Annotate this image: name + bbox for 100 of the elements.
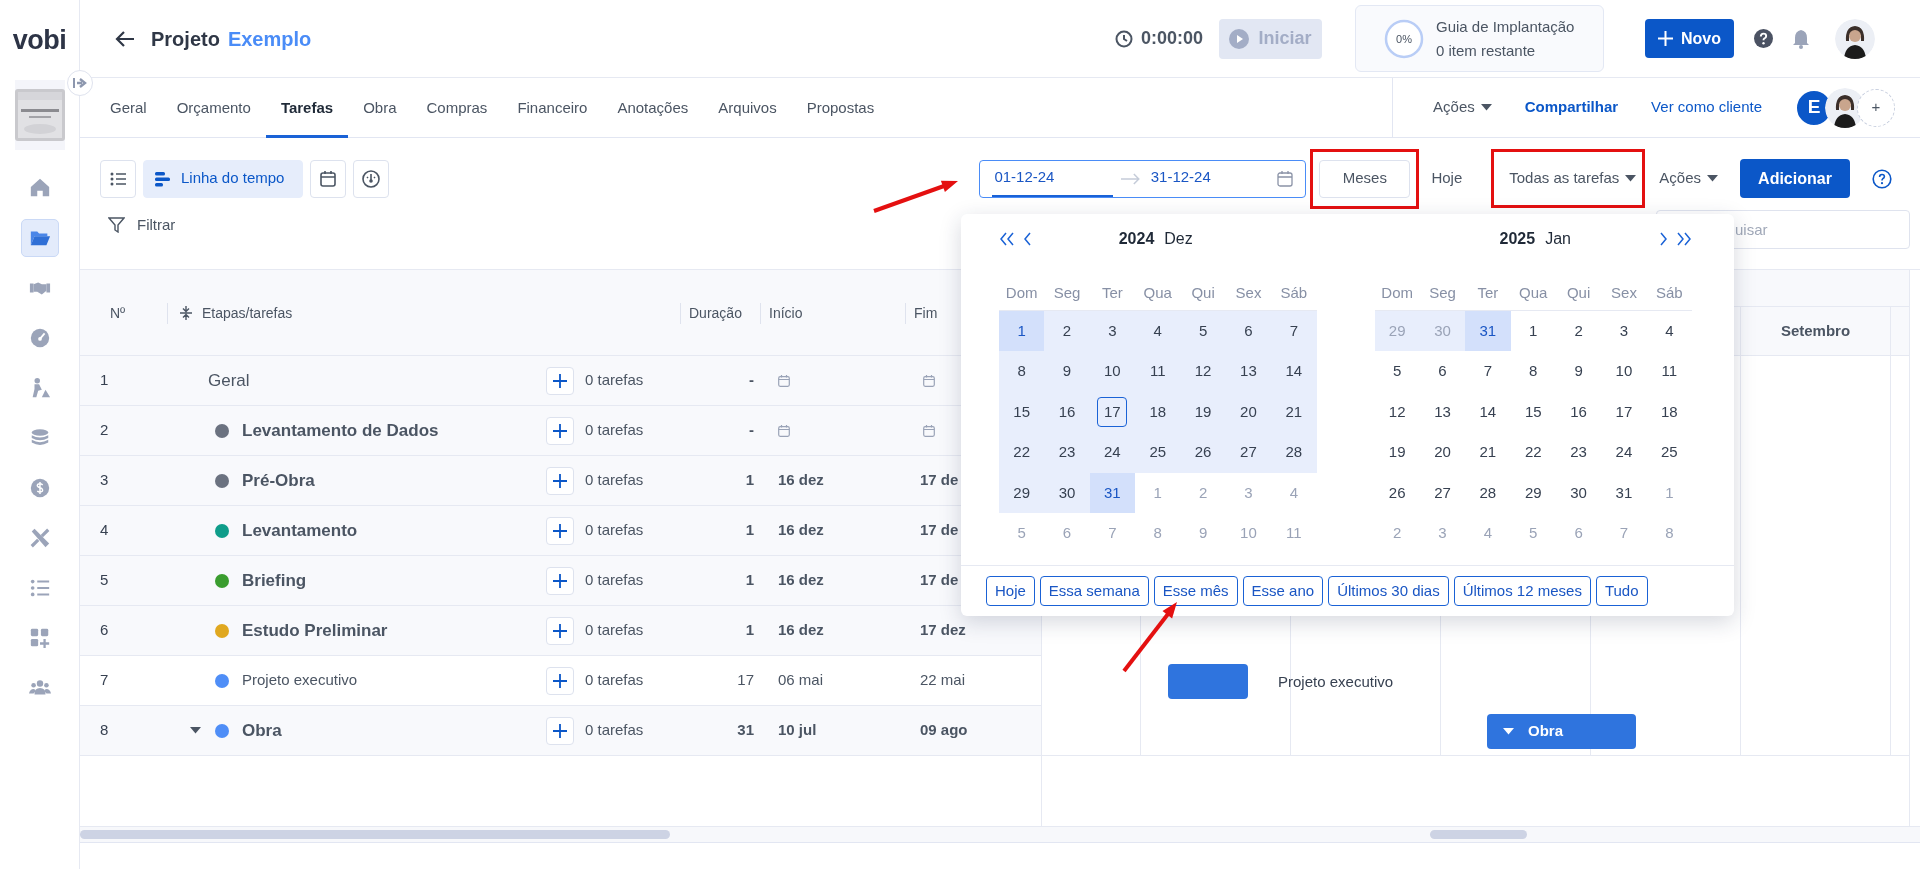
sidebar-item[interactable]: [20, 219, 59, 257]
range-shortcut-button[interactable]: Últimos 30 dias: [1328, 576, 1449, 606]
date-range-field[interactable]: 01-12-24 31-12-24: [979, 159, 1307, 198]
start-date[interactable]: 01-12-24: [992, 160, 1113, 197]
calendar-day[interactable]: 13: [1427, 396, 1458, 427]
task-count: 0 tarefas: [584, 370, 644, 391]
end-date[interactable]: 31-12-24: [1148, 160, 1270, 197]
calendar-day[interactable]: 16: [1563, 396, 1594, 427]
calendar-day[interactable]: 28: [1472, 477, 1503, 508]
range-shortcut-button[interactable]: Esse mês: [1153, 576, 1238, 606]
actions-menu[interactable]: Ações: [1433, 96, 1492, 119]
tab[interactable]: Orçamento: [161, 78, 266, 138]
calendar-day[interactable]: 12: [1382, 396, 1413, 427]
today-button[interactable]: Hoje: [1431, 167, 1463, 190]
calendar-day[interactable]: 20: [1427, 437, 1458, 468]
range-shortcut-button[interactable]: Tudo: [1595, 576, 1648, 606]
duration: -: [748, 420, 755, 441]
tab[interactable]: Financeiro: [502, 78, 603, 138]
row-number: 6: [99, 620, 109, 641]
sidebar-toggle[interactable]: [67, 70, 93, 96]
add-task-button[interactable]: [546, 716, 574, 745]
previous-year-button[interactable]: [999, 232, 1015, 246]
next-year-button[interactable]: [1676, 232, 1692, 246]
calendar-day[interactable]: 24: [1608, 437, 1639, 468]
project-label: Projeto: [151, 26, 220, 52]
duration: 1: [744, 470, 755, 491]
previous-month-button[interactable]: [1023, 232, 1032, 246]
share-link[interactable]: Compartilhar: [1524, 96, 1619, 119]
add-task-button[interactable]: [546, 616, 574, 645]
tab[interactable]: Tarefas: [265, 78, 349, 138]
view-button[interactable]: Linha do tempo: [143, 159, 304, 198]
calendar-day[interactable]: 27: [1427, 477, 1458, 508]
calendar-day[interactable]: 2: [1563, 316, 1594, 347]
view-button[interactable]: [100, 159, 136, 198]
range-shortcut-button[interactable]: Essa semana: [1039, 576, 1149, 606]
back-button[interactable]: [115, 29, 135, 48]
calendar-day[interactable]: 4: [1654, 316, 1685, 347]
scrollbar[interactable]: [1430, 830, 1527, 839]
next-month-button[interactable]: [1659, 232, 1668, 246]
guide-panel[interactable]: 0% Guia de Implantação 0 item restante: [1355, 5, 1604, 72]
add-task-button[interactable]: [546, 416, 574, 445]
calendar-day[interactable]: 1: [1518, 316, 1549, 347]
add-task-button[interactable]: [546, 516, 574, 545]
calendar-day[interactable]: 18: [1654, 396, 1685, 427]
notification-button[interactable]: [1792, 28, 1810, 49]
calendar-day[interactable]: 25: [1654, 437, 1685, 468]
task-bar[interactable]: [1168, 663, 1248, 699]
calendar-day[interactable]: 21: [1472, 437, 1503, 468]
tab[interactable]: Propostas: [791, 78, 890, 138]
tab[interactable]: Geral: [95, 78, 162, 138]
calendar-day[interactable]: 17: [1608, 396, 1639, 427]
add-task-button[interactable]: [546, 366, 574, 395]
calendar-day[interactable]: 30: [1563, 477, 1594, 508]
add-task-button[interactable]: [546, 466, 574, 495]
calendar-day[interactable]: 29: [1518, 477, 1549, 508]
scale-button[interactable]: Meses: [1319, 159, 1411, 198]
calendar-day[interactable]: 14: [1472, 396, 1503, 427]
filter-button[interactable]: Filtrar: [108, 214, 176, 237]
tab[interactable]: Arquivos: [703, 78, 792, 138]
add-button[interactable]: Adicionar: [1740, 159, 1850, 198]
calendar-day[interactable]: 17: [1097, 396, 1128, 427]
task-count: 0 tarefas: [584, 520, 644, 541]
end-date: 09 ago: [919, 720, 968, 741]
calendar-day[interactable]: 11: [1654, 356, 1685, 387]
end-date: 17 dez: [919, 620, 966, 641]
add-task-button[interactable]: [546, 666, 574, 695]
calendar-day[interactable]: 10: [1608, 356, 1639, 387]
help-button[interactable]: [1872, 168, 1892, 189]
tab[interactable]: Obra: [348, 78, 412, 138]
add-task-button[interactable]: [546, 566, 574, 595]
calendar-day[interactable]: 8: [1518, 356, 1549, 387]
stage-bar[interactable]: Obra: [1487, 713, 1636, 749]
calendar-day[interactable]: 15: [1518, 396, 1549, 427]
new-button[interactable]: Novo: [1645, 19, 1734, 58]
range-shortcut-button[interactable]: Esse ano: [1242, 576, 1324, 606]
end-date: 17 de: [919, 570, 959, 591]
calendar-day[interactable]: 23: [1563, 437, 1594, 468]
view-button[interactable]: [353, 159, 390, 198]
calendar-day[interactable]: 5: [1382, 356, 1413, 387]
add-member-button[interactable]: +: [1857, 88, 1895, 127]
calendar-day[interactable]: 9: [1563, 356, 1594, 387]
tab[interactable]: Compras: [411, 78, 503, 138]
calendar-day[interactable]: 19: [1382, 437, 1413, 468]
view-button[interactable]: [310, 159, 347, 198]
scrollbar[interactable]: [80, 830, 670, 839]
help-button[interactable]: [1754, 29, 1773, 48]
actions-menu[interactable]: Ações: [1659, 167, 1718, 190]
calendar-day[interactable]: 22: [1518, 437, 1549, 468]
calendar-day[interactable]: 31: [1608, 477, 1639, 508]
task-filter-dropdown[interactable]: Todas as tarefas: [1509, 167, 1637, 190]
task-name: Levantamento: [242, 519, 358, 542]
tab[interactable]: Anotações: [602, 78, 704, 138]
client-view-link[interactable]: Ver como cliente: [1651, 96, 1762, 119]
range-shortcut-button[interactable]: Últimos 12 meses: [1453, 576, 1591, 606]
calendar-day[interactable]: 3: [1608, 316, 1639, 347]
column-header: Duração: [680, 302, 742, 324]
range-shortcut-button[interactable]: Hoje: [986, 576, 1035, 606]
calendar-day[interactable]: 26: [1382, 477, 1413, 508]
calendar-day[interactable]: 6: [1427, 356, 1458, 387]
calendar-day[interactable]: 7: [1472, 356, 1503, 387]
